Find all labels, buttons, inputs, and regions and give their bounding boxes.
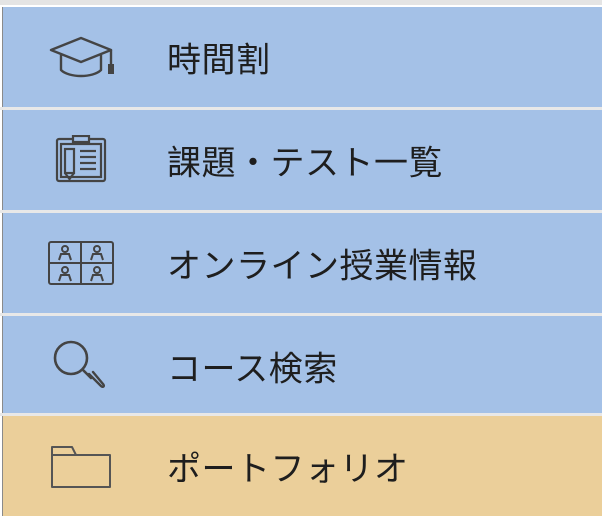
menu-item-course-search[interactable]: コース検索 <box>2 316 602 416</box>
search-icon <box>43 316 119 416</box>
menu-item-assignments-tests[interactable]: 課題・テスト一覧 <box>2 110 602 210</box>
menu-item-timetable[interactable]: 時間割 <box>2 7 602 107</box>
menu-item-label: コース検索 <box>167 349 338 390</box>
menu-item-label: 課題・テスト一覧 <box>167 143 443 184</box>
folder-icon <box>43 416 119 516</box>
graduation-cap-icon <box>43 7 119 107</box>
menu-item-online-classes[interactable]: オンライン授業情報 <box>2 213 602 313</box>
menu-item-label: ポートフォリオ <box>167 449 409 490</box>
top-divider <box>0 0 602 5</box>
clipboard-icon <box>43 110 119 210</box>
menu-item-portfolio[interactable]: ポートフォリオ <box>2 416 602 516</box>
menu-item-label: オンライン授業情報 <box>167 246 478 287</box>
menu-item-label: 時間割 <box>167 40 271 81</box>
side-menu: 時間割 課題・テスト一覧 オンライン授業情報 コース検索 ポートフォリオ <box>0 0 602 518</box>
video-grid-icon <box>43 213 119 313</box>
